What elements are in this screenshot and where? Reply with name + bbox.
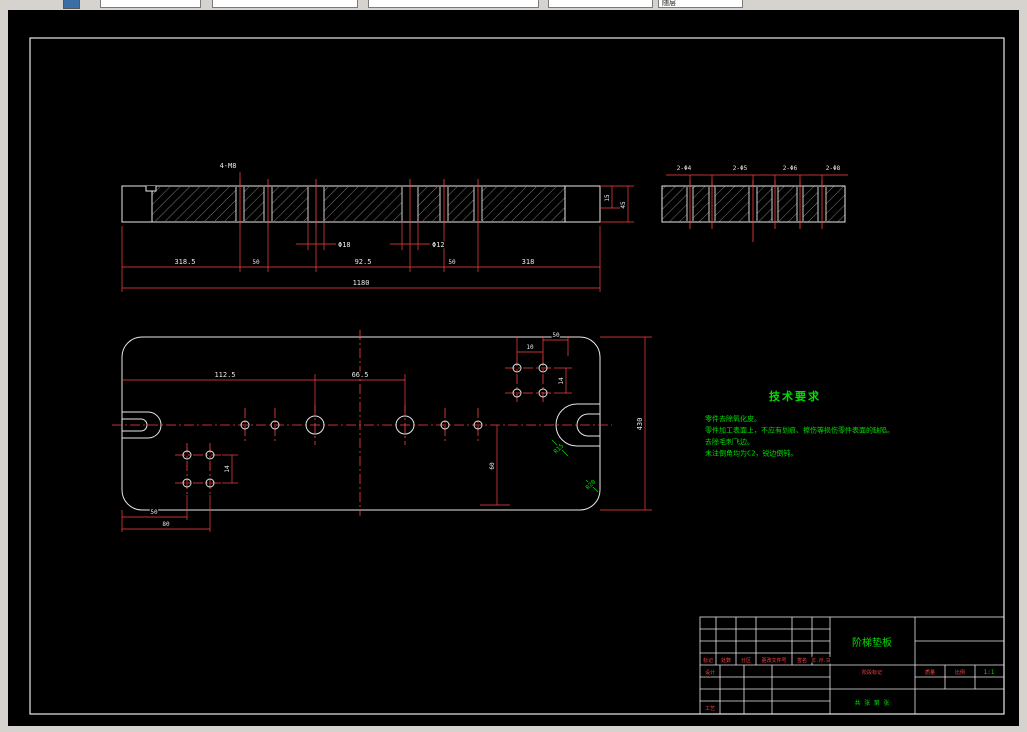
titleblock-label: 比例: [955, 669, 965, 676]
window-border-right: [1019, 0, 1027, 732]
dim-label: 66.5: [352, 371, 369, 379]
tech-requirements-body: 零件去除氧化皮。零件加工表面上，不应有划痕、擦伤等损伤零件表面的缺陷。去除毛刺飞…: [704, 413, 895, 459]
toolbar-combo-plotstyle[interactable]: 随层: [658, 0, 743, 8]
dim-label: 45: [620, 201, 627, 209]
dim-label: 1180: [353, 279, 370, 287]
toolbar-combo-layer[interactable]: [100, 0, 201, 8]
section-view-side: [661, 174, 848, 242]
titleblock-label: 阶段标记: [862, 669, 882, 676]
titleblock-label: 质量: [925, 669, 935, 676]
plan-view: [112, 330, 652, 532]
titleblock-label: 1:1: [984, 669, 995, 676]
tech-requirements-title: 技术要求: [769, 389, 821, 403]
dim-label: 60: [489, 462, 496, 470]
tech-requirements-line: 零件加工表面上，不应有划痕、擦伤等损伤零件表面的缺陷。: [705, 426, 894, 435]
dim-label: Φ18: [338, 241, 351, 249]
titleblock-label: 年.月.日: [812, 657, 831, 664]
dim-label: 2-Φ5: [733, 165, 748, 172]
dim-label: Φ12: [432, 241, 445, 249]
combo-value: 随层: [662, 0, 676, 7]
dim-label: 10: [526, 344, 534, 351]
titleblock-label: 更改文件号: [761, 657, 786, 664]
dim-label: 4-M8: [220, 162, 237, 170]
toolbar-combo-lineweight[interactable]: [548, 0, 653, 8]
dim-label: 15: [604, 194, 611, 202]
dim-label: 50: [150, 509, 158, 516]
app-icon[interactable]: [63, 0, 80, 9]
cad-canvas[interactable]: 技术要求 零件去除氧化皮。零件加工表面上，不应有划痕、擦伤等损伤零件表面的缺陷。…: [8, 10, 1019, 726]
dim-label: 14: [558, 377, 565, 385]
dim-label: 14: [224, 465, 231, 473]
dim-label: 50: [552, 332, 560, 339]
titleblock-label: 共 张 第 张: [855, 699, 890, 707]
tech-requirements-line: 去除毛刺飞边。: [705, 437, 754, 446]
tech-requirements-line: 未注倒角均为C2，锐边倒钝。: [705, 449, 797, 458]
titleblock-label: 处数: [721, 657, 731, 664]
dim-label: 112.5: [214, 371, 235, 379]
plan-view-dimension-lines: [121, 336, 652, 532]
toolbar-combo-color[interactable]: [212, 0, 358, 8]
dim-label: 50: [448, 259, 456, 266]
dim-label: 80: [162, 521, 170, 528]
window-border-bottom: [0, 726, 1027, 732]
dim-label: 50: [252, 259, 260, 266]
tech-requirements-line: 零件去除氧化皮。: [705, 414, 761, 423]
dim-label: 318: [522, 258, 535, 266]
titleblock-label: 阶梯垫板: [852, 636, 892, 649]
toolbar-strip: 随层: [0, 0, 1027, 10]
dim-label: 2-Φ6: [783, 165, 798, 172]
dim-label: 92.5: [355, 258, 372, 266]
titleblock-label: 设计: [705, 669, 715, 676]
section-view-front: [121, 172, 634, 292]
toolbar-combo-linetype[interactable]: [368, 0, 539, 8]
dim-label: 318.5: [174, 258, 195, 266]
window-border-left: [0, 0, 8, 732]
title-block: [699, 616, 1005, 715]
dim-label: 2-Φ8: [826, 165, 841, 172]
dim-label: 430: [636, 418, 644, 431]
dim-label: 2-Φ4: [677, 165, 692, 172]
dim-label: R15: [553, 442, 566, 455]
titleblock-label: 分区: [741, 657, 751, 664]
titleblock-label: 标记: [703, 657, 713, 664]
titleblock-label: 签名: [797, 657, 807, 664]
titleblock-label: 工艺: [705, 706, 715, 712]
